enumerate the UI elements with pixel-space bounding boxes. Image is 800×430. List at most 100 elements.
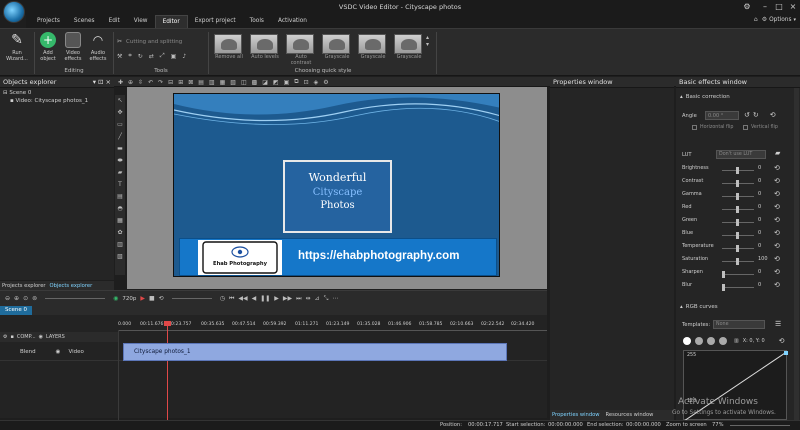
slider-knob[interactable] xyxy=(736,193,739,200)
chart-icon[interactable]: ▥ xyxy=(115,239,125,251)
slider-knob[interactable] xyxy=(736,180,739,187)
vflip-checkbox[interactable]: Vertical flip xyxy=(743,125,778,130)
reset-icon[interactable]: ⟲ xyxy=(774,268,780,276)
home-icon[interactable]: ⌂ xyxy=(754,16,758,23)
blend-select[interactable]: Blend xyxy=(20,349,36,355)
zoom-icon[interactable]: ⊕ xyxy=(128,79,133,86)
reset-icon[interactable]: ⟲ xyxy=(774,255,780,263)
settings-icon[interactable]: ⚙ xyxy=(742,2,752,12)
animation-icon[interactable]: ▧ xyxy=(115,251,125,263)
size-icon[interactable]: ▣ xyxy=(284,79,290,86)
quick-style-grayscale-2[interactable]: Grayscale xyxy=(358,34,388,60)
move-icon[interactable]: ⇳ xyxy=(138,79,143,86)
pin-icon[interactable]: ▾ ⊡ × xyxy=(93,77,111,88)
blur-slider[interactable] xyxy=(722,284,754,291)
grid-icon[interactable]: ▩ xyxy=(252,79,258,86)
line-icon[interactable]: ╱ xyxy=(115,131,125,143)
maximize-button[interactable]: □ xyxy=(774,2,784,12)
settings-mini-icon[interactable]: ⚙ xyxy=(3,334,7,340)
crop-icon[interactable]: ⌗ xyxy=(128,52,131,60)
stop-icon[interactable]: ■ xyxy=(149,295,155,302)
stabilize-icon[interactable]: ▣ xyxy=(171,53,177,60)
rotate-right-icon[interactable]: ↻ xyxy=(753,111,759,119)
quick-style-auto-contrast[interactable]: Auto contrast xyxy=(286,34,316,66)
video-preview[interactable]: Wonderful Cityscape Photos Ehab Photogra… xyxy=(173,93,500,277)
menu-tools[interactable]: Tools xyxy=(243,15,271,28)
chevron-down-icon[interactable]: ▾ xyxy=(793,17,796,23)
menu-editor[interactable]: Editor xyxy=(154,15,188,28)
split-icon[interactable]: ⇹ xyxy=(306,295,311,302)
zoom-out-icon[interactable]: ⊖ xyxy=(5,295,10,302)
styles-scroll[interactable]: ▴ ▾ xyxy=(426,34,432,64)
close-button[interactable]: × xyxy=(788,2,798,12)
volume-slider[interactable] xyxy=(171,298,212,299)
reset-angle-icon[interactable]: ⟲ xyxy=(770,111,776,119)
tab-objects-explorer[interactable]: Objects explorer xyxy=(48,283,95,289)
comment-icon[interactable]: ◓ xyxy=(115,203,125,215)
tab-resources[interactable]: Resources window xyxy=(604,412,656,418)
redo-icon[interactable]: ↷ xyxy=(158,79,163,86)
eye-mini-icon[interactable]: ◉ xyxy=(39,334,43,340)
to-end-icon[interactable]: ⏭ xyxy=(296,295,301,303)
group-icon[interactable]: ▧ xyxy=(230,79,236,86)
more-icon[interactable]: ◈ xyxy=(314,79,319,86)
playhead[interactable] xyxy=(167,321,168,420)
menu-view[interactable]: View xyxy=(127,15,155,28)
red-slider[interactable] xyxy=(722,206,754,213)
templates-select[interactable]: None xyxy=(713,320,765,329)
reset-icon[interactable]: ⟲ xyxy=(774,242,780,250)
reset-icon[interactable]: ⟲ xyxy=(774,203,780,211)
step-forward-icon[interactable]: ▶▶ xyxy=(283,295,292,302)
order-icon[interactable]: ◩ xyxy=(273,79,279,86)
text-icon[interactable]: T xyxy=(115,179,125,191)
align-right-icon[interactable]: ⊠ xyxy=(188,79,193,86)
contrast-slider[interactable] xyxy=(722,180,754,187)
fit-icon[interactable]: ⧉ xyxy=(294,78,298,86)
marker-icon[interactable]: ⊿ xyxy=(315,295,320,302)
scissors-icon[interactable]: ✂ xyxy=(117,38,122,45)
eye-icon[interactable]: ◉ xyxy=(113,295,118,302)
settings-small-icon[interactable]: ⚙ xyxy=(323,79,328,86)
lock-icon[interactable]: ◪ xyxy=(262,79,268,86)
quick-style-grayscale-3[interactable]: Grayscale xyxy=(394,34,424,60)
slider-knob[interactable] xyxy=(736,258,739,265)
polygon-icon[interactable]: ▰ xyxy=(115,167,125,179)
undo-icon[interactable]: ↶ xyxy=(148,79,153,86)
to-start-icon[interactable]: ⏮ xyxy=(229,295,234,303)
angle-input[interactable]: 0.00 ° xyxy=(705,111,739,120)
scene-tab[interactable]: Scene 0 xyxy=(0,306,33,315)
hand-icon[interactable]: ✥ xyxy=(115,107,125,119)
list-icon[interactable]: ☰ xyxy=(775,320,781,328)
slider-knob[interactable] xyxy=(736,232,739,239)
channel-green-button[interactable] xyxy=(707,337,715,345)
layer-down-icon[interactable]: ▦ xyxy=(220,79,226,86)
subtitle-icon[interactable]: ▤ xyxy=(115,191,125,203)
play-icon[interactable]: ▶ xyxy=(274,295,279,302)
green-slider[interactable] xyxy=(722,219,754,226)
gear-icon[interactable]: ⚙ xyxy=(762,16,767,23)
channel-blue-button[interactable] xyxy=(719,337,727,345)
zoom-to-screen-label[interactable]: Zoom to screen xyxy=(666,421,707,430)
menu-export-project[interactable]: Export project xyxy=(188,15,243,28)
loop-icon[interactable]: ⟲ xyxy=(159,295,164,302)
zoom-fit-icon[interactable]: ⊙ xyxy=(23,295,28,302)
wrench-icon[interactable]: ⚒ xyxy=(117,53,122,60)
menu-activation[interactable]: Activation xyxy=(271,15,314,28)
slider-knob[interactable] xyxy=(736,167,739,174)
slider-knob[interactable] xyxy=(722,284,725,291)
slider-knob[interactable] xyxy=(736,219,739,226)
quick-style-grayscale-1[interactable]: Grayscale xyxy=(322,34,352,60)
add-object-button[interactable]: + Add object xyxy=(37,32,59,62)
reset-icon[interactable]: ⟲ xyxy=(774,190,780,198)
layout-icon[interactable]: ⊡ xyxy=(304,79,309,86)
channel-red-button[interactable] xyxy=(695,337,703,345)
reset-curve-icon[interactable]: ⟲ xyxy=(779,337,785,345)
saturation-slider[interactable] xyxy=(722,258,754,265)
layer-up-icon[interactable]: ▥ xyxy=(209,79,215,86)
minimize-button[interactable]: – xyxy=(760,2,770,12)
menu-scenes[interactable]: Scenes xyxy=(67,15,102,28)
zoom-in-icon[interactable]: ⊕ xyxy=(14,295,19,302)
lut-select[interactable]: Don't use LUT xyxy=(716,150,766,159)
reset-icon[interactable]: ⟲ xyxy=(774,216,780,224)
reset-icon[interactable]: ⟲ xyxy=(774,177,780,185)
